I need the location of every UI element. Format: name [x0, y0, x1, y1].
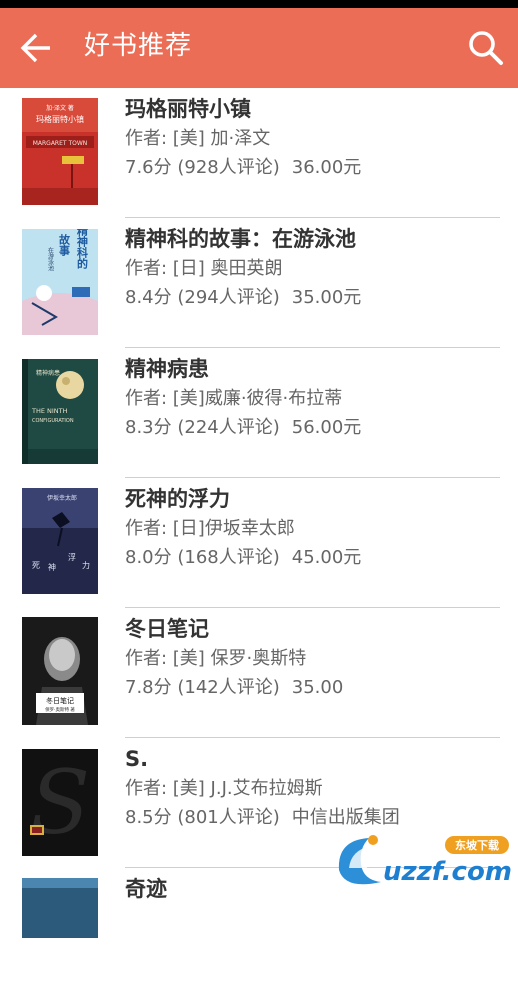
book-author: 作者: [日] 奥田英朗 [125, 258, 283, 279]
svg-text:东坡下载: 东坡下载 [455, 838, 499, 852]
book-item[interactable]: 精神科的 故事 在游泳池 精神科的故事：在游泳池 作者: [日] 奥田英朗 8.… [0, 218, 518, 348]
svg-text:保罗·奥斯特 著: 保罗·奥斯特 著 [45, 706, 75, 713]
svg-text:精神科的: 精神科的 [76, 229, 89, 270]
svg-text:死: 死 [32, 561, 40, 570]
svg-text:THE NINTH: THE NINTH [31, 407, 68, 415]
book-rating: 8.4分 (294人评论) [125, 287, 280, 308]
book-item[interactable]: 伊坂幸太郎 死 神 浮 力 死神的浮力 作者: [日]伊坂幸太郎 8.0分 (1… [0, 478, 518, 608]
svg-text:S: S [30, 751, 90, 854]
book-price: 35.00元 [291, 287, 362, 308]
book-price: 45.00元 [291, 547, 362, 568]
book-cover: S [22, 749, 98, 856]
watermark-logo: 东坡下载 uzzf.com [335, 830, 513, 890]
book-author: 作者: [日]伊坂幸太郎 [125, 518, 295, 539]
book-rating: 8.5分 (801人评论) [125, 807, 280, 828]
search-button[interactable] [466, 28, 506, 68]
page-title: 好书推荐 [84, 31, 193, 61]
svg-text:冬日笔记: 冬日笔记 [46, 696, 74, 705]
book-rating-row: 8.3分 (224人评论) 56.00元 [125, 413, 500, 442]
book-cover: 伊坂幸太郎 死 神 浮 力 [22, 488, 98, 594]
svg-text:伊坂幸太郎: 伊坂幸太郎 [47, 494, 77, 502]
book-rating-row: 7.8分 (142人评论) 35.00 [125, 673, 500, 702]
book-rating: 8.0分 (168人评论) [125, 547, 280, 568]
book-info: 玛格丽特小镇 作者: [美] 加·泽文 7.6分 (928人评论) 36.00元 [125, 94, 500, 182]
book-title: 冬日笔记 [125, 617, 209, 641]
svg-text:加·泽文 著: 加·泽文 著 [46, 104, 74, 112]
book-cover: 冬日笔记 保罗·奥斯特 著 [22, 617, 98, 725]
book-info: 冬日笔记 作者: [美] 保罗·奥斯特 7.8分 (142人评论) 35.00 [125, 614, 500, 702]
svg-text:浮: 浮 [68, 552, 76, 562]
book-price: 36.00元 [291, 157, 362, 178]
book-cover: 加·泽文 著 玛格丽特小镇 MARGARET TOWN [22, 98, 98, 205]
svg-text:在游泳池: 在游泳池 [47, 246, 54, 271]
book-price: 中信出版集团 [291, 807, 400, 828]
book-item[interactable]: 冬日笔记 保罗·奥斯特 著 冬日笔记 作者: [美] 保罗·奥斯特 7.8分 (… [0, 608, 518, 738]
book-title: 死神的浮力 [125, 487, 230, 511]
book-rating-row: 8.0分 (168人评论) 45.00元 [125, 543, 500, 572]
app-bar: 好书推荐 [0, 8, 518, 88]
book-author: 作者: [美] J.J.艾布拉姆斯 [125, 778, 323, 799]
book-rating: 8.3分 (224人评论) [125, 417, 280, 438]
book-cover: 精神科的 故事 在游泳池 [22, 229, 98, 335]
book-title: 精神病患 [125, 357, 209, 381]
svg-text:MARGARET TOWN: MARGARET TOWN [33, 140, 88, 147]
book-cover: 精神病患 THE NINTH CONFIGURATION [22, 359, 98, 464]
book-title: 玛格丽特小镇 [125, 97, 251, 121]
book-price: 35.00 [291, 677, 344, 698]
svg-text:神: 神 [48, 562, 56, 572]
book-info: 精神病患 作者: [美]威廉·彼得·布拉蒂 8.3分 (224人评论) 56.00… [125, 354, 500, 442]
book-rating-row: 8.5分 (801人评论) 中信出版集团 [125, 803, 500, 832]
book-title: S. [125, 747, 149, 771]
status-bar [0, 0, 518, 8]
svg-text:uzzf.com: uzzf.com [383, 857, 512, 887]
book-item[interactable]: 加·泽文 著 玛格丽特小镇 MARGARET TOWN 玛格丽特小镇 作者: [… [0, 88, 518, 218]
book-info: 精神科的故事：在游泳池 作者: [日] 奥田英朗 8.4分 (294人评论) 35… [125, 224, 500, 312]
book-cover [22, 878, 98, 938]
svg-text:故事: 故事 [58, 233, 71, 257]
back-button[interactable] [18, 30, 58, 66]
svg-text:精神病患: 精神病患 [36, 369, 60, 377]
book-author: 作者: [美]威廉·彼得·布拉蒂 [125, 388, 343, 409]
book-author: 作者: [美] 保罗·奥斯特 [125, 648, 307, 669]
search-icon [469, 31, 503, 65]
book-info: S. 作者: [美] J.J.艾布拉姆斯 8.5分 (801人评论) 中信出版集团 [125, 744, 500, 832]
svg-text:力: 力 [82, 560, 90, 570]
book-rating-row: 7.6分 (928人评论) 36.00元 [125, 153, 500, 182]
book-author: 作者: [美] 加·泽文 [125, 128, 271, 149]
svg-text:玛格丽特小镇: 玛格丽特小镇 [36, 114, 84, 124]
book-rating: 7.6分 (928人评论) [125, 157, 280, 178]
book-item[interactable]: 精神病患 THE NINTH CONFIGURATION 精神病患 作者: [美… [0, 348, 518, 478]
book-rating-row: 8.4分 (294人评论) 35.00元 [125, 283, 500, 312]
book-info: 死神的浮力 作者: [日]伊坂幸太郎 8.0分 (168人评论) 45.00元 [125, 484, 500, 572]
book-rating: 7.8分 (142人评论) [125, 677, 280, 698]
svg-text:CONFIGURATION: CONFIGURATION [32, 418, 74, 424]
arrow-left-icon [20, 33, 50, 63]
book-price: 56.00元 [291, 417, 362, 438]
book-title: 精神科的故事：在游泳池 [125, 227, 356, 251]
